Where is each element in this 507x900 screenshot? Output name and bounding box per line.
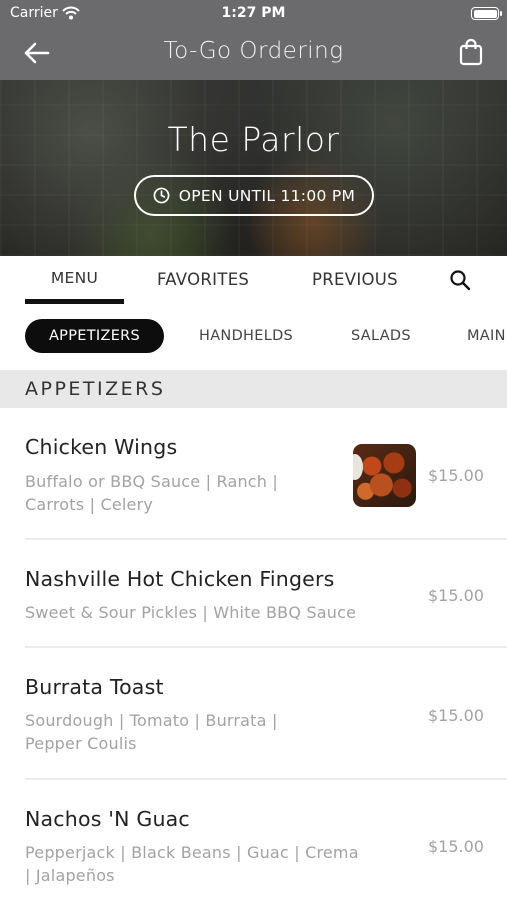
- active-tab-indicator: [25, 299, 124, 304]
- hours-badge: OPEN UNTIL 11:00 PM: [134, 175, 374, 216]
- category-chip-salads[interactable]: SALADS: [351, 319, 411, 353]
- category-chip-appetizers[interactable]: APPETIZERS: [25, 319, 164, 353]
- status-bar: Carrier 1:27 PM: [0, 0, 507, 28]
- menu-item[interactable]: Nachos 'N Guac Pepperjack | Black Beans …: [0, 780, 507, 900]
- shopping-bag-icon[interactable]: [458, 38, 484, 66]
- chicken-wings-photo: [353, 444, 416, 507]
- menu-item-description: Buffalo or BBQ Sauce | Ranch | Carrots |…: [25, 472, 279, 514]
- menu-item-name: Chicken Wings: [25, 435, 178, 459]
- status-time: 1:27 PM: [221, 5, 286, 21]
- menu-item-price: $15.00: [428, 466, 484, 485]
- restaurant-hero: The Parlor OPEN UNTIL 11:00 PM: [0, 80, 507, 256]
- menu-item-description: Sweet & Sour Pickles | White BBQ Sauce: [25, 603, 357, 622]
- menu-item-price: $15.00: [428, 837, 484, 856]
- category-chip-main[interactable]: MAIN: [467, 319, 506, 353]
- menu-item-name: Burrata Toast: [25, 675, 164, 699]
- menu-item[interactable]: Burrata Toast Sourdough | Tomato | Burra…: [0, 648, 507, 778]
- category-chips: APPETIZERS HANDHELDS SALADS MAIN: [0, 306, 507, 370]
- menu-item[interactable]: Chicken Wings Buffalo or BBQ Sauce | Ran…: [0, 408, 507, 540]
- menu-item-price: $15.00: [428, 586, 484, 605]
- page-title: To-Go Ordering: [163, 38, 344, 64]
- tab-favorites[interactable]: FAVORITES: [157, 270, 249, 289]
- menu-item[interactable]: Nashville Hot Chicken Fingers Sweet & So…: [0, 540, 507, 647]
- category-chip-handhelds[interactable]: HANDHELDS: [199, 319, 293, 353]
- tab-previous[interactable]: PREVIOUS: [312, 270, 398, 289]
- menu-item-description: Pepperjack | Black Beans | Guac | Crema …: [25, 843, 359, 885]
- top-bar: Carrier 1:27 PM To-Go Ordering: [0, 0, 507, 80]
- section-header: APPETIZERS: [0, 370, 507, 408]
- tab-menu[interactable]: MENU: [25, 269, 124, 287]
- menu-item-price: $15.00: [428, 706, 484, 725]
- menu-tabs: MENU FAVORITES PREVIOUS: [0, 256, 507, 306]
- restaurant-name: The Parlor: [167, 120, 340, 159]
- search-icon[interactable]: [449, 269, 471, 291]
- clock-icon: [153, 187, 170, 204]
- section-title: APPETIZERS: [25, 378, 166, 400]
- menu-item-name: Nachos 'N Guac: [25, 807, 190, 831]
- menu-item-description: Sourdough | Tomato | Burrata | Pepper Co…: [25, 711, 278, 753]
- battery-icon: [471, 7, 502, 20]
- menu-item-name: Nashville Hot Chicken Fingers: [25, 567, 335, 591]
- hours-text: OPEN UNTIL 11:00 PM: [178, 186, 356, 205]
